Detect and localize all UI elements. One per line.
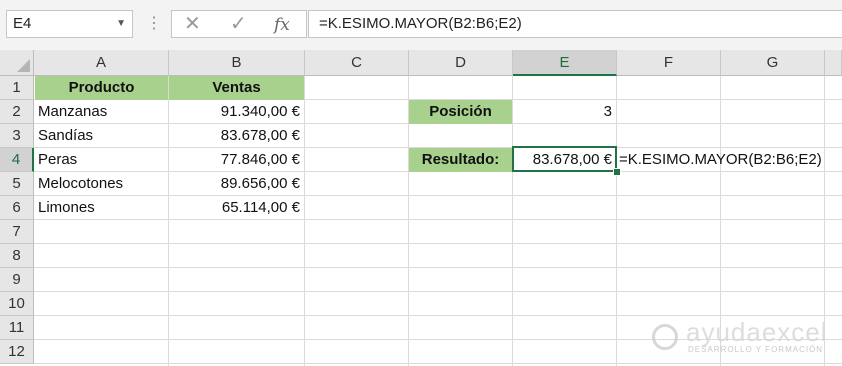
spreadsheet-grid: A B C D E F G 1 2 3 4 5 6 7 8 9 10 11 12… <box>0 50 842 366</box>
column-header-b[interactable]: B <box>169 50 305 76</box>
fill-handle[interactable] <box>613 168 621 176</box>
more-options-icon[interactable]: ⋮ <box>146 14 162 34</box>
gridline <box>34 243 842 244</box>
row-header-8[interactable]: 8 <box>0 244 34 268</box>
column-header-h[interactable] <box>825 50 842 76</box>
column-header-c[interactable]: C <box>305 50 409 76</box>
row-header-6[interactable]: 6 <box>0 196 34 220</box>
gridline <box>34 315 842 316</box>
logo-icon <box>652 324 678 350</box>
cell-ventas[interactable]: 65.114,00 € <box>168 196 304 220</box>
gridline <box>616 76 617 366</box>
chevron-down-icon[interactable]: ▼ <box>116 11 126 37</box>
select-all-corner[interactable] <box>0 50 34 76</box>
row-header-10[interactable]: 10 <box>0 292 34 316</box>
active-cell-border <box>512 146 617 172</box>
gridline <box>34 363 842 364</box>
row-header-11[interactable]: 11 <box>0 316 34 340</box>
row-header-7[interactable]: 7 <box>0 220 34 244</box>
cell-ventas[interactable]: 77.846,00 € <box>168 148 304 172</box>
enter-icon[interactable]: ✓ <box>230 13 247 35</box>
insert-function-icon[interactable]: fx <box>274 14 290 36</box>
formula-bar: E4 ▼ ⋮ ✕ ✓ fx =K.ESIMO.MAYOR(B2:B6;E2) <box>0 0 842 50</box>
watermark: ayudaexcel DESARROLLO Y FORMACIÓN <box>652 318 832 358</box>
row-header-12[interactable]: 12 <box>0 340 34 364</box>
watermark-tagline: DESARROLLO Y FORMACIÓN <box>688 345 824 354</box>
column-header-d[interactable]: D <box>409 50 513 76</box>
formula-text-cell[interactable]: =K.ESIMO.MAYOR(B2:B6;E2) <box>616 148 826 172</box>
cell-producto[interactable]: Peras <box>34 148 168 172</box>
gridline <box>34 267 842 268</box>
column-header-a[interactable]: A <box>34 50 169 76</box>
formula-buttons: ✕ ✓ fx <box>171 10 307 38</box>
formula-input[interactable]: =K.ESIMO.MAYOR(B2:B6;E2) <box>308 10 842 38</box>
row-header-9[interactable]: 9 <box>0 268 34 292</box>
row-header-2[interactable]: 2 <box>0 100 34 124</box>
row-header-3[interactable]: 3 <box>0 124 34 148</box>
name-box[interactable]: E4 ▼ <box>6 10 133 38</box>
posicion-value[interactable]: 3 <box>512 100 616 124</box>
cell-ventas[interactable]: 83.678,00 € <box>168 124 304 148</box>
header-producto[interactable]: Producto <box>35 76 168 100</box>
cancel-icon[interactable]: ✕ <box>184 13 201 35</box>
column-header-e[interactable]: E <box>513 50 617 76</box>
gridline <box>34 291 842 292</box>
row-header-1[interactable]: 1 <box>0 76 34 100</box>
cell-ventas[interactable]: 89.656,00 € <box>168 172 304 196</box>
resultado-label[interactable]: Resultado: <box>409 148 512 172</box>
gridline <box>304 76 305 366</box>
header-ventas[interactable]: Ventas <box>169 76 304 100</box>
cell-producto[interactable]: Limones <box>34 196 168 220</box>
name-box-value: E4 <box>13 15 32 32</box>
cell-producto[interactable]: Melocotones <box>34 172 168 196</box>
column-header-g[interactable]: G <box>721 50 825 76</box>
row-header-5[interactable]: 5 <box>0 172 34 196</box>
posicion-label[interactable]: Posición <box>409 100 512 124</box>
watermark-brand: ayudaexcel <box>686 317 828 347</box>
column-header-f[interactable]: F <box>617 50 721 76</box>
cell-producto[interactable]: Manzanas <box>34 100 168 124</box>
cell-ventas[interactable]: 91.340,00 € <box>168 100 304 124</box>
row-header-4[interactable]: 4 <box>0 148 34 172</box>
select-all-icon <box>17 59 30 72</box>
cell-producto[interactable]: Sandías <box>34 124 168 148</box>
